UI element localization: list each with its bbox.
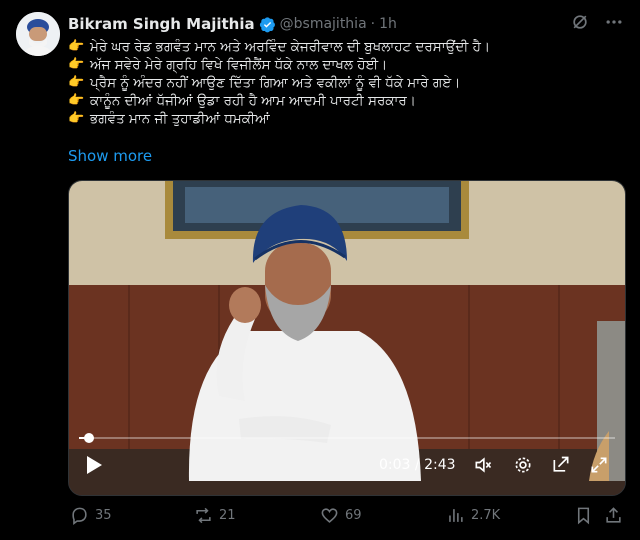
tweet-line: 👉 ਕਾਨੂੰਨ ਦੀਆਂ ਧੱਜੀਆਂ ਉਡਾ ਰਹੀ ਹੈ ਆਮ ਆਦਮੀ ਪ… [68, 92, 620, 110]
like-button[interactable]: 69 [320, 506, 362, 525]
play-icon[interactable] [85, 455, 103, 475]
video-controls: 0:03 / 2:43 [69, 447, 625, 483]
mute-icon[interactable] [473, 455, 493, 475]
pointing-hand-icon: 👉 [68, 39, 85, 54]
tweet-line-text: ਪ੍ਰੈਸ ਨੂੰ ਅੰਦਰ ਨਹੀਂ ਆਉਣ ਦਿੱਤਾ ਗਿਆ ਅਤੇ ਵਕ… [90, 75, 461, 91]
author-handle[interactable]: @bsmajithia [280, 16, 367, 32]
tweet-line-text: ਅੱਜ ਸਵੇਰੇ ਮੇਰੇ ਗ੍ਰਹਿ ਵਿਖੇ ਵਿਜੀਲੈਂਸ ਧੱਕੇ … [90, 57, 388, 73]
video-time-readout: 0:03 / 2:43 [379, 457, 456, 473]
fullscreen-icon[interactable] [589, 455, 609, 475]
video-player[interactable]: 0:03 / 2:43 [68, 180, 626, 496]
avatar[interactable] [16, 12, 60, 56]
author-name[interactable]: Bikram Singh Majithia [68, 15, 255, 33]
post-time[interactable]: 1h [379, 16, 397, 32]
verified-badge-icon [259, 16, 276, 33]
heart-icon [321, 508, 338, 523]
views-button[interactable]: 2.7K [446, 506, 500, 525]
tweet-line: 👉 ਪ੍ਰੈਸ ਨੂੰ ਅੰਦਰ ਨਹੀਂ ਆਉਣ ਦਿੱਤਾ ਗਿਆ ਅਤੇ ਵ… [68, 74, 620, 92]
tweet-line: 👉 ਭਗਵੰਤ ਮਾਨ ਜੀ ਤੁਹਾਡੀਆਂ ਧਮਕੀਆਂ [68, 110, 620, 128]
video-time-separator: / [410, 457, 425, 473]
tweet-line-text: ਮੇਰੇ ਘਰ ਰੇਡ ਭਗਵੰਤ ਮਾਨ ਅਤੇ ਅਰਵਿੰਦ ਕੇਜਰੀਵਾ… [90, 39, 491, 55]
tweet-header: Bikram Singh Majithia @bsmajithia · 1h [68, 14, 397, 34]
video-duration: 2:43 [424, 457, 456, 473]
separator-dot: · [370, 16, 376, 32]
header-actions [570, 12, 624, 32]
repost-icon [196, 507, 211, 524]
reply-button[interactable]: 35 [70, 506, 112, 525]
tweet-action-bar: 35 21 69 2.7K [68, 506, 624, 530]
video-progress-handle[interactable] [84, 433, 94, 443]
pointing-hand-icon: 👉 [68, 93, 85, 108]
pointing-hand-icon: 👉 [68, 111, 85, 126]
view-count: 2.7K [471, 508, 501, 523]
share-icon [606, 507, 621, 523]
pointing-hand-icon: 👉 [68, 75, 85, 90]
repost-count: 21 [219, 508, 236, 523]
video-progress-bar[interactable] [79, 433, 615, 443]
grok-icon[interactable] [570, 12, 590, 32]
tweet-line: 👉 ਮੇਰੇ ਘਰ ਰੇਡ ਭਗਵੰਤ ਮਾਨ ਅਤੇ ਅਰਵਿੰਦ ਕੇਜਰੀਵ… [68, 38, 620, 56]
settings-gear-icon[interactable] [513, 455, 533, 475]
repost-button[interactable]: 21 [194, 506, 236, 525]
show-more-link[interactable]: Show more [68, 147, 152, 165]
share-button[interactable] [604, 506, 629, 525]
video-current-time: 0:03 [379, 457, 411, 473]
reply-icon [72, 507, 87, 525]
pointing-hand-icon: 👉 [68, 57, 85, 72]
more-options-icon[interactable] [604, 12, 624, 32]
tweet-text: 👉 ਮੇਰੇ ਘਰ ਰੇਡ ਭਗਵੰਤ ਮਾਨ ਅਤੇ ਅਰਵਿੰਦ ਕੇਜਰੀਵ… [68, 38, 620, 128]
like-count: 69 [345, 508, 362, 523]
tweet-line-text: ਕਾਨੂੰਨ ਦੀਆਂ ਧੱਜੀਆਂ ਉਡਾ ਰਹੀ ਹੈ ਆਮ ਆਦਮੀ ਪਾ… [90, 93, 416, 109]
tweet-card[interactable]: Bikram Singh Majithia @bsmajithia · 1h 👉… [0, 0, 640, 540]
analytics-icon [449, 509, 463, 522]
picture-in-picture-icon[interactable] [551, 455, 571, 475]
reply-count: 35 [95, 508, 112, 523]
bookmark-icon [577, 507, 590, 525]
bookmark-button[interactable] [574, 506, 599, 525]
tweet-line-text: ਭਗਵੰਤ ਮਾਨ ਜੀ ਤੁਹਾਡੀਆਂ ਧਮਕੀਆਂ [90, 111, 270, 127]
tweet-line: 👉 ਅੱਜ ਸਵੇਰੇ ਮੇਰੇ ਗ੍ਰਹਿ ਵਿਖੇ ਵਿਜੀਲੈਂਸ ਧੱਕੇ… [68, 56, 620, 74]
